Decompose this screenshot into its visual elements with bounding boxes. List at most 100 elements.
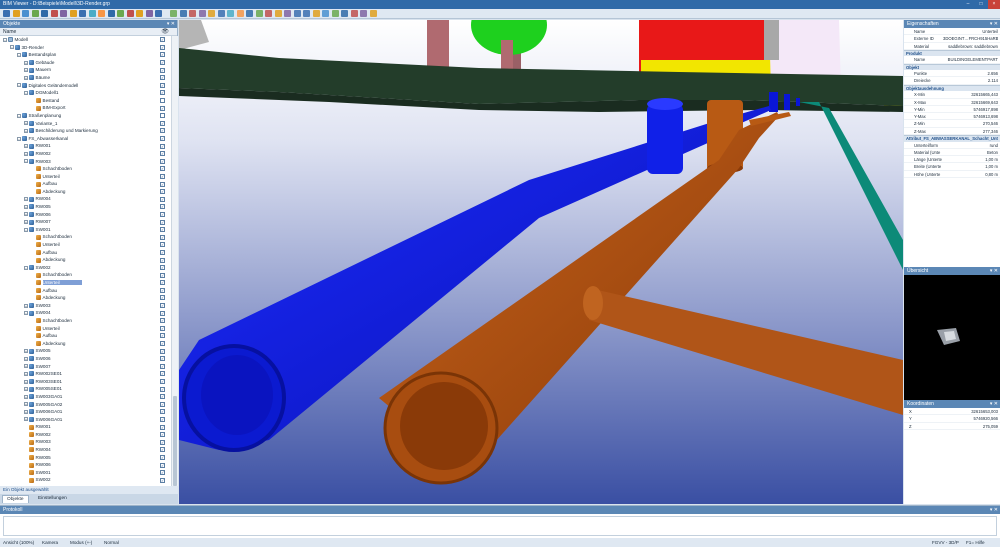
tree-item[interactable]: RW002 ✓ (0, 431, 170, 439)
visibility-checkbox[interactable]: ✓ (160, 242, 165, 248)
expand-icon[interactable]: + (24, 151, 28, 156)
visibility-checkbox[interactable]: ✓ (160, 181, 165, 187)
zoom-icon[interactable] (41, 10, 48, 17)
tree-item[interactable]: RW003 ✓ (0, 438, 170, 446)
property-row[interactable]: Material (Unte Beton (904, 149, 1000, 157)
visibility-checkbox[interactable] (160, 113, 165, 119)
visibility-checkbox[interactable]: ✓ (160, 295, 165, 301)
toolbar-tool-icon[interactable] (350, 10, 358, 17)
collapse-icon[interactable]: − (24, 90, 28, 95)
visibility-checkbox[interactable]: ✓ (160, 257, 165, 263)
layer-icon[interactable] (79, 10, 86, 17)
tree-item[interactable]: − SW002 ✓ (0, 264, 170, 272)
expand-icon[interactable]: + (24, 121, 28, 126)
tree-item[interactable]: + RW001 ✓ (0, 142, 170, 150)
expand-icon[interactable]: + (24, 303, 28, 308)
expand-icon[interactable]: + (24, 356, 28, 361)
tree-item[interactable]: + SW006 ✓ (0, 355, 170, 363)
visibility-checkbox[interactable]: ✓ (160, 318, 165, 324)
tree-item[interactable]: − DGModell1 ✓ (0, 89, 170, 97)
tree-item[interactable]: RW006 ✓ (0, 461, 170, 469)
tree-item[interactable]: Aufbau ✓ (0, 332, 170, 340)
visibility-checkbox[interactable]: ✓ (160, 90, 165, 96)
property-row[interactable]: Höhe (Unterte 0,80 m (904, 171, 1000, 179)
visibility-checkbox[interactable]: ✓ (160, 477, 165, 483)
visibility-checkbox[interactable]: ✓ (160, 204, 165, 210)
tree-item[interactable]: Abdeckung ✓ (0, 256, 170, 264)
visibility-checkbox[interactable]: ✓ (160, 287, 165, 293)
tree-item[interactable]: + Beschilderung und Markierung ✓ (0, 127, 170, 135)
measure-icon[interactable] (69, 10, 77, 17)
tree-item[interactable]: + RW005 ✓ (0, 203, 170, 211)
tree-item[interactable]: Schachtboden ✓ (0, 165, 170, 173)
tree-item[interactable]: Unterteil ✓ (0, 241, 170, 249)
visibility-checkbox[interactable]: ✓ (160, 416, 165, 422)
toolbar-tool-icon[interactable] (208, 10, 215, 17)
tree-column-header[interactable]: Name 👁 (0, 28, 177, 36)
visibility-checkbox[interactable]: ✓ (160, 67, 165, 73)
status-mode[interactable]: Modus (+-) (70, 538, 92, 547)
expand-icon[interactable]: + (24, 402, 28, 407)
visibility-eye-icon[interactable]: 👁 (161, 28, 169, 36)
tree-item[interactable]: − RW003 ✓ (0, 158, 170, 166)
collapse-icon[interactable]: − (17, 113, 21, 118)
toolbar-tool-icon[interactable] (331, 10, 339, 17)
minimize-button[interactable]: – (962, 0, 974, 9)
expand-icon[interactable]: + (24, 349, 28, 354)
expand-icon[interactable]: + (24, 212, 28, 217)
tree-item[interactable]: SW001 ✓ (0, 469, 170, 477)
toolbar-tool-icon[interactable] (274, 10, 282, 17)
rotate-icon[interactable] (60, 10, 67, 17)
collapse-icon[interactable]: − (10, 45, 14, 50)
toolbar-tool-icon[interactable] (312, 10, 320, 17)
tree-item[interactable]: + RW006 ✓ (0, 211, 170, 219)
tree-item[interactable]: RW004 ✓ (0, 446, 170, 454)
visibility-checkbox[interactable]: ✓ (160, 166, 165, 172)
property-row[interactable]: Länge (Unterte 1,00 m (904, 156, 1000, 164)
toolbar-tool-icon[interactable] (170, 10, 177, 17)
protocol-close-icon[interactable]: ▾ ✕ (990, 506, 998, 514)
visibility-checkbox[interactable]: ✓ (160, 371, 165, 377)
overview-panel[interactable]: Übersicht ▾ ✕ (904, 267, 1000, 400)
overview-close-icon[interactable]: ▾ ✕ (990, 267, 998, 275)
expand-icon[interactable]: + (24, 68, 28, 73)
visibility-checkbox[interactable]: ✓ (160, 211, 165, 217)
visibility-checkbox[interactable]: ✓ (160, 151, 165, 157)
tree-item[interactable]: Aufbau ✓ (0, 249, 170, 257)
property-row[interactable]: Punkte 2.656 (904, 70, 1000, 78)
status-view[interactable]: Ansicht (100%) (3, 538, 34, 547)
visibility-checkbox[interactable]: ✓ (160, 128, 165, 134)
expand-icon[interactable]: + (24, 197, 28, 202)
tree-item[interactable]: − FS_Abwasserkanal ✓ (0, 135, 170, 143)
expand-icon[interactable]: + (24, 387, 28, 392)
visibility-checkbox[interactable]: ✓ (160, 432, 165, 438)
open-icon[interactable] (3, 10, 10, 17)
toolbar-tool-icon[interactable] (341, 10, 348, 17)
properties-close-icon[interactable]: ▾ ✕ (990, 20, 998, 28)
maximize-button[interactable]: □ (975, 0, 987, 9)
collapse-icon[interactable]: − (24, 265, 28, 270)
expand-icon[interactable]: + (24, 379, 28, 384)
tree-item[interactable]: Abdeckung ✓ (0, 294, 170, 302)
tree-item[interactable]: − Modell ✓ (0, 36, 170, 44)
visibility-checkbox[interactable]: ✓ (160, 196, 165, 202)
3d-viewport[interactable] (179, 20, 903, 504)
visibility-checkbox[interactable]: ✓ (160, 470, 165, 476)
visibility-checkbox[interactable]: ✓ (160, 280, 165, 286)
visibility-checkbox[interactable]: ✓ (160, 60, 165, 66)
tree-item[interactable]: + RW005SE01 ✓ (0, 385, 170, 393)
toolbar-tool-icon[interactable] (189, 10, 196, 17)
toolbar-tool-icon[interactable] (369, 10, 377, 17)
toolbar-tool-icon[interactable] (255, 10, 263, 17)
visibility-checkbox[interactable]: ✓ (160, 447, 165, 453)
expand-icon[interactable]: + (24, 204, 28, 209)
visibility-checkbox[interactable]: ✓ (160, 303, 165, 309)
scrollbar-thumb[interactable] (173, 396, 177, 486)
home-icon[interactable] (107, 10, 115, 17)
collapse-icon[interactable]: − (17, 136, 21, 141)
tree-item[interactable]: Abdeckung ✓ (0, 188, 170, 196)
collapse-icon[interactable]: − (17, 52, 21, 57)
visibility-checkbox[interactable]: ✓ (160, 120, 165, 126)
property-row[interactable]: Material saddlebrown: saddlebrown (904, 43, 1000, 50)
expand-icon[interactable]: + (24, 60, 28, 65)
